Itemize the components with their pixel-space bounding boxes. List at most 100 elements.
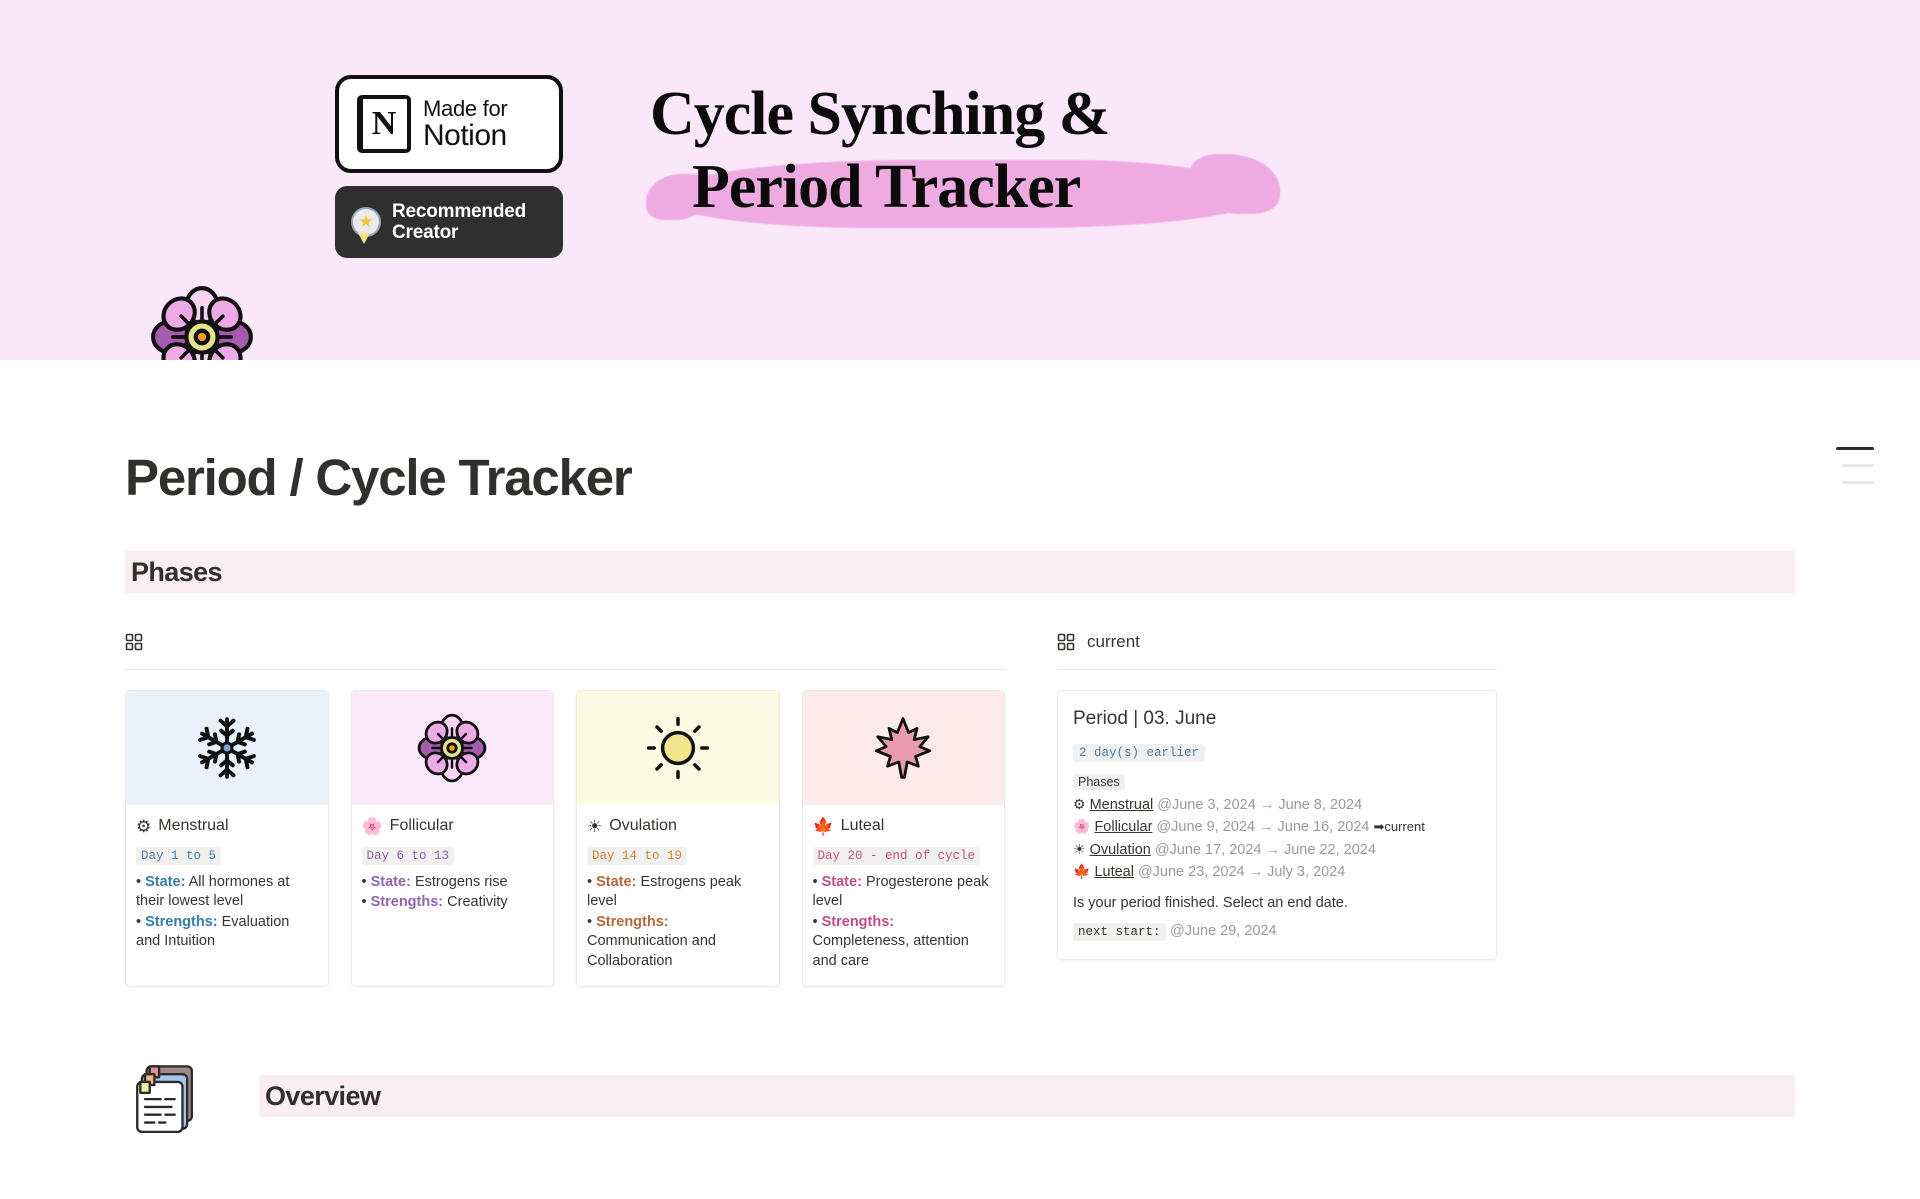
sun-icon xyxy=(646,716,709,780)
phase-details: • State: Estrogens peak level • Strength… xyxy=(587,874,742,969)
phase-name: Menstrual xyxy=(158,817,229,834)
phase-start-date: @June 3, 2024 xyxy=(1157,797,1256,813)
phase-details: • State: All hormones at their lowest le… xyxy=(136,874,290,950)
recommended-badge-line2: Creator xyxy=(392,222,459,243)
arrow-glyph: → xyxy=(1259,797,1275,813)
phase-card-title-follicular: 🌸 Follicular xyxy=(362,817,544,835)
banner-title: Cycle Synching & Period Tracker xyxy=(650,78,1290,224)
phase-end-date: June 22, 2024 xyxy=(1283,841,1376,858)
phase-card-title-ovulation: ☀ Ovulation xyxy=(587,817,769,835)
sun-icon: ☀ xyxy=(587,816,603,836)
arrow-glyph: → xyxy=(1259,819,1274,836)
phase-days-chip: Day 6 to 13 xyxy=(361,847,455,865)
phase-start-date: @June 9, 2024 xyxy=(1156,819,1256,836)
phase-days-chip: Day 20 - end of cycle xyxy=(812,847,981,865)
state-label: State: xyxy=(370,874,411,890)
phase-card-title-menstrual: ⚙ Menstrual xyxy=(136,817,318,835)
section-title-phases: Phases xyxy=(131,556,223,587)
maple-leaf-icon: 🍁 xyxy=(1073,863,1091,880)
snowflake-icon xyxy=(196,717,257,779)
phase-details: • State: Estrogens rise • Strengths: Cre… xyxy=(361,874,508,911)
recommended-creator-badge: ★ Recommended Creator xyxy=(335,186,563,258)
list-item[interactable]: 🌸 Follicular @June 9, 2024 → June 16, 20… xyxy=(1073,816,1481,838)
documents-icon xyxy=(136,1065,194,1134)
list-item[interactable]: ⚙ Menstrual @June 3, 2024 → June 8, 2024 xyxy=(1073,794,1481,816)
strengths-value: Communication and Collaboration xyxy=(587,933,716,969)
card-cover-ovulation xyxy=(577,691,779,805)
phase-card-list: ⚙ Menstrual Day 1 to 5 • State: All horm… xyxy=(125,690,1005,988)
recommended-badge-line1: Recommended xyxy=(392,200,527,222)
current-panel: current Period | 03. June 2 day(s) earli… xyxy=(1057,627,1497,987)
phase-card-menstrual[interactable]: ⚙ Menstrual Day 1 to 5 • State: All horm… xyxy=(125,690,329,988)
banner-title-block: Cycle Synching & Period Tracker xyxy=(646,78,1290,228)
card-cover-follicular xyxy=(351,691,553,805)
phases-db-header[interactable] xyxy=(125,627,1005,657)
phases-db-divider xyxy=(125,669,1005,670)
phase-end-date: June 8, 2024 xyxy=(1278,797,1363,813)
list-item[interactable]: 🍁 Luteal @June 23, 2024 → July 3, 2024 xyxy=(1073,861,1481,883)
notion-badge-line1: Made for xyxy=(423,95,508,121)
phase-link[interactable]: Luteal xyxy=(1094,862,1134,883)
section-title-overview: Overview xyxy=(265,1080,381,1111)
current-db-header[interactable]: current xyxy=(1057,627,1497,657)
strengths-label: Strengths: xyxy=(821,913,895,930)
phase-name: Luteal xyxy=(840,817,885,834)
phase-details: • State: Progesterone peak level • Stren… xyxy=(812,874,989,969)
gear-icon: ⚙ xyxy=(1073,796,1086,812)
gallery-view-icon[interactable] xyxy=(125,633,143,651)
medal-star-icon: ★ xyxy=(351,207,381,244)
phase-card-follicular[interactable]: 🌸 Follicular Day 6 to 13 • State: Estrog… xyxy=(350,690,554,988)
phases-label: Phases xyxy=(1073,774,1125,790)
made-for-notion-badge: N Made for Notion xyxy=(335,75,563,173)
table-of-contents-indicator[interactable] xyxy=(1836,447,1874,484)
phase-end-date: June 16, 2024 xyxy=(1277,819,1370,836)
strengths-label: Strengths: xyxy=(145,913,218,930)
flower-icon: 🌸 xyxy=(361,816,383,836)
phase-link[interactable]: Follicular xyxy=(1094,817,1152,838)
section-header-overview: Overview xyxy=(259,1075,1795,1118)
strengths-value: Creativity xyxy=(447,894,508,911)
card-cover-luteal xyxy=(802,691,1004,805)
page-banner: N Made for Notion ★ Recommended Creator … xyxy=(0,0,1920,360)
card-cover-menstrual xyxy=(126,691,328,805)
phase-start-date: @June 17, 2024 xyxy=(1154,841,1262,858)
gear-icon: ⚙ xyxy=(136,816,152,836)
phase-days-chip: Day 14 to 19 xyxy=(587,847,688,865)
section-header-phases: Phases xyxy=(125,551,1795,593)
phase-card-title-luteal: 🍁 Luteal xyxy=(813,817,995,835)
badge-group: N Made for Notion ★ Recommended Creator xyxy=(335,75,563,258)
arrow-glyph: → xyxy=(1248,864,1264,881)
toc-line-2[interactable] xyxy=(1842,464,1874,467)
current-db-divider xyxy=(1057,669,1497,670)
maple-leaf-icon: 🍁 xyxy=(812,816,834,836)
list-item[interactable]: ☀ Ovulation @June 17, 2024 → June 22, 20… xyxy=(1073,839,1481,861)
banner-title-line1: Cycle Synching & xyxy=(650,80,1110,148)
toc-line-3[interactable] xyxy=(1842,481,1874,484)
page-title: Period / Cycle Tracker xyxy=(125,449,633,506)
toc-line-1[interactable] xyxy=(1836,447,1874,450)
current-flag: ➡current xyxy=(1373,819,1425,835)
phase-name: Ovulation xyxy=(609,817,677,834)
notion-logo-icon: N xyxy=(357,95,411,153)
phase-name: Follicular xyxy=(389,817,454,834)
phase-card-ovulation[interactable]: ☀ Ovulation Day 14 to 19 • State: Estrog… xyxy=(576,690,780,988)
phase-end-date: July 3, 2024 xyxy=(1267,864,1346,881)
current-period-card[interactable]: Period | 03. June 2 day(s) earlier Phase… xyxy=(1057,690,1497,960)
maple-leaf-icon xyxy=(875,717,932,779)
flower-icon: 🌸 xyxy=(1073,818,1091,835)
state-label: State: xyxy=(821,874,862,890)
flower-icon xyxy=(151,286,253,360)
notion-badge-line2: Notion xyxy=(423,118,507,152)
state-label: State: xyxy=(145,874,186,890)
strengths-label: Strengths: xyxy=(596,913,669,930)
overview-section: Overview xyxy=(125,1057,1795,1135)
phase-card-luteal[interactable]: 🍁 Luteal Day 20 - end of cycle • State: … xyxy=(801,690,1005,988)
gallery-view-icon[interactable] xyxy=(1057,633,1075,651)
next-start-label: next start: xyxy=(1073,922,1166,941)
phase-link[interactable]: Ovulation xyxy=(1090,840,1151,861)
current-db-title: current xyxy=(1087,632,1140,651)
next-start-value[interactable]: @June 29, 2024 xyxy=(1170,923,1277,939)
state-value: Estrogens rise xyxy=(414,874,508,890)
current-phase-rows: ⚙ Menstrual @June 3, 2024 → June 8, 2024… xyxy=(1073,794,1481,884)
phase-link[interactable]: Menstrual xyxy=(1090,795,1154,816)
